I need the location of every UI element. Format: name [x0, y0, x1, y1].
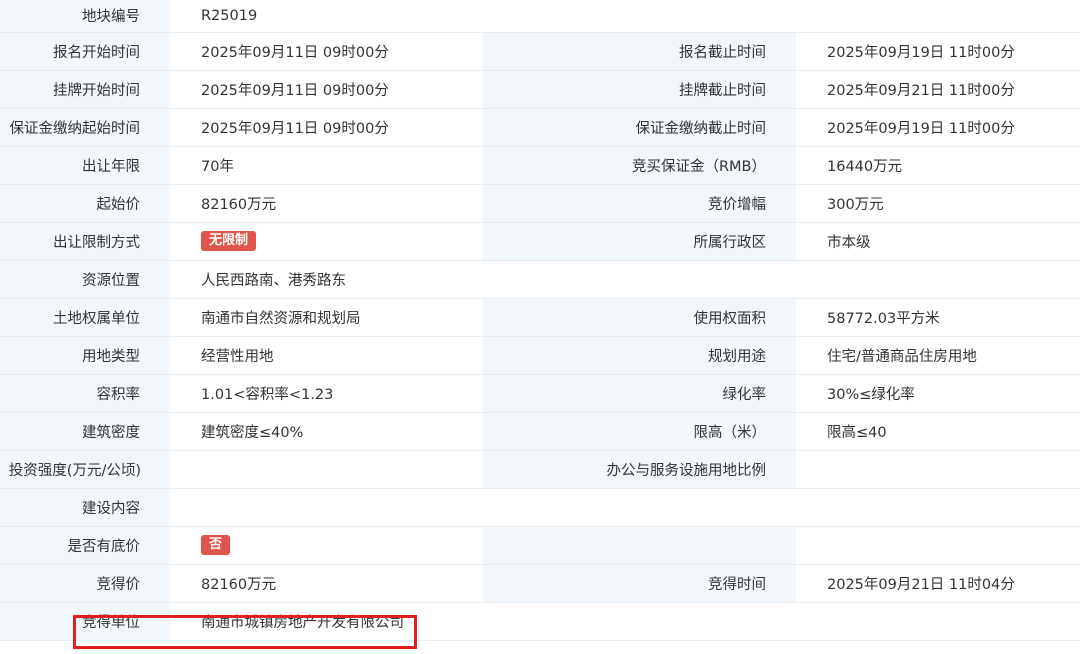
label-empty-b	[483, 602, 796, 641]
label-green-ratio: 绿化率	[483, 374, 796, 413]
label-land-type: 用地类型	[0, 336, 170, 375]
table-row-winning-price: 竞得价 82160万元 竞得时间 2025年09月21日 11时04分	[0, 564, 1080, 603]
label-height-limit: 限高（米）	[483, 412, 796, 451]
label-restriction-mode: 出让限制方式	[0, 222, 170, 261]
label-listing-start: 挂牌开始时间	[0, 70, 170, 109]
label-deposit-end: 保证金缴纳截止时间	[483, 108, 796, 147]
value-deposit-start: 2025年09月11日 09时00分	[170, 108, 483, 147]
value-winning-price: 82160万元	[170, 564, 483, 603]
table-row-land-type: 用地类型 经营性用地 规划用途 住宅/普通商品住房用地	[0, 336, 1080, 375]
value-green-ratio: 30%≤绿化率	[796, 374, 1080, 413]
label-location: 资源位置	[0, 260, 170, 299]
value-winning-time: 2025年09月21日 11时04分	[796, 564, 1080, 603]
table-row-reserve-price: 是否有底价 否	[0, 526, 1080, 565]
label-starting-price: 起始价	[0, 184, 170, 223]
label-bid-increment: 竞价增幅	[483, 184, 796, 223]
label-empty-a	[483, 526, 796, 565]
value-restriction-mode: 无限制	[170, 222, 483, 261]
label-registration-end: 报名截止时间	[483, 32, 796, 71]
value-reserve-price: 否	[170, 526, 483, 565]
value-empty-b	[796, 602, 1080, 641]
table-row-deposit-time: 保证金缴纳起始时间 2025年09月11日 09时00分 保证金缴纳截止时间 2…	[0, 108, 1080, 147]
value-bid-deposit: 16440万元	[796, 146, 1080, 185]
value-ownership: 南通市自然资源和规划局	[170, 298, 483, 337]
table-row-ownership: 土地权属单位 南通市自然资源和规划局 使用权面积 58772.03平方米	[0, 298, 1080, 337]
label-district: 所属行政区	[483, 222, 796, 261]
value-winner: 南通市城镇房地产开发有限公司	[170, 602, 483, 641]
value-height-limit: 限高≤40	[796, 412, 1080, 451]
label-deposit-start: 保证金缴纳起始时间	[0, 108, 170, 147]
value-parcel-id: R25019	[170, 0, 1080, 33]
label-ownership: 土地权属单位	[0, 298, 170, 337]
label-registration-start: 报名开始时间	[0, 32, 170, 71]
value-registration-end: 2025年09月19日 11时00分	[796, 32, 1080, 71]
value-location: 人民西路南、港秀路东	[170, 260, 1080, 299]
value-transfer-term: 70年	[170, 146, 483, 185]
value-investment-intensity	[170, 450, 483, 489]
value-starting-price: 82160万元	[170, 184, 483, 223]
value-office-ratio	[796, 450, 1080, 489]
status-badge-no: 否	[201, 535, 231, 555]
value-building-density: 建筑密度≤40%	[170, 412, 483, 451]
table-row-winner: 竞得单位 南通市城镇房地产开发有限公司	[0, 602, 1080, 641]
label-listing-end: 挂牌截止时间	[483, 70, 796, 109]
label-planned-use: 规划用途	[483, 336, 796, 375]
status-badge-unrestricted: 无限制	[201, 231, 257, 251]
table-row-plot-ratio: 容积率 1.01<容积率<1.23 绿化率 30%≤绿化率	[0, 374, 1080, 413]
label-parcel-id: 地块编号	[0, 0, 170, 33]
value-empty-a	[796, 526, 1080, 565]
value-listing-end: 2025年09月21日 11时00分	[796, 70, 1080, 109]
table-row-registration-time: 报名开始时间 2025年09月11日 09时00分 报名截止时间 2025年09…	[0, 32, 1080, 71]
table-row-parcel-id: 地块编号 R25019	[0, 0, 1080, 33]
label-bid-deposit: 竞买保证金（RMB）	[483, 146, 796, 185]
label-plot-ratio: 容积率	[0, 374, 170, 413]
value-listing-start: 2025年09月11日 09时00分	[170, 70, 483, 109]
label-investment-intensity: 投资强度(万元/公顷)	[0, 450, 170, 489]
land-info-table: 地块编号 R25019 报名开始时间 2025年09月11日 09时00分 报名…	[0, 0, 1080, 641]
label-office-ratio: 办公与服务设施用地比例	[483, 450, 796, 489]
label-reserve-price: 是否有底价	[0, 526, 170, 565]
label-winning-time: 竞得时间	[483, 564, 796, 603]
table-row-construction: 建设内容	[0, 488, 1080, 527]
table-row-starting-price: 起始价 82160万元 竞价增幅 300万元	[0, 184, 1080, 223]
table-row-listing-time: 挂牌开始时间 2025年09月11日 09时00分 挂牌截止时间 2025年09…	[0, 70, 1080, 109]
value-deposit-end: 2025年09月19日 11时00分	[796, 108, 1080, 147]
table-row-restriction: 出让限制方式 无限制 所属行政区 市本级	[0, 222, 1080, 261]
value-registration-start: 2025年09月11日 09时00分	[170, 32, 483, 71]
table-row-term-deposit: 出让年限 70年 竞买保证金（RMB） 16440万元	[0, 146, 1080, 185]
value-land-type: 经营性用地	[170, 336, 483, 375]
value-plot-ratio: 1.01<容积率<1.23	[170, 374, 483, 413]
label-construction-content: 建设内容	[0, 488, 170, 527]
label-building-density: 建筑密度	[0, 412, 170, 451]
label-transfer-term: 出让年限	[0, 146, 170, 185]
value-bid-increment: 300万元	[796, 184, 1080, 223]
label-winner: 竞得单位	[0, 602, 170, 641]
label-use-area: 使用权面积	[483, 298, 796, 337]
value-construction-content	[170, 488, 1080, 527]
value-use-area: 58772.03平方米	[796, 298, 1080, 337]
table-row-location: 资源位置 人民西路南、港秀路东	[0, 260, 1080, 299]
table-row-building-density: 建筑密度 建筑密度≤40% 限高（米） 限高≤40	[0, 412, 1080, 451]
value-planned-use: 住宅/普通商品住房用地	[796, 336, 1080, 375]
table-row-investment: 投资强度(万元/公顷) 办公与服务设施用地比例	[0, 450, 1080, 489]
label-winning-price: 竞得价	[0, 564, 170, 603]
value-district: 市本级	[796, 222, 1080, 261]
